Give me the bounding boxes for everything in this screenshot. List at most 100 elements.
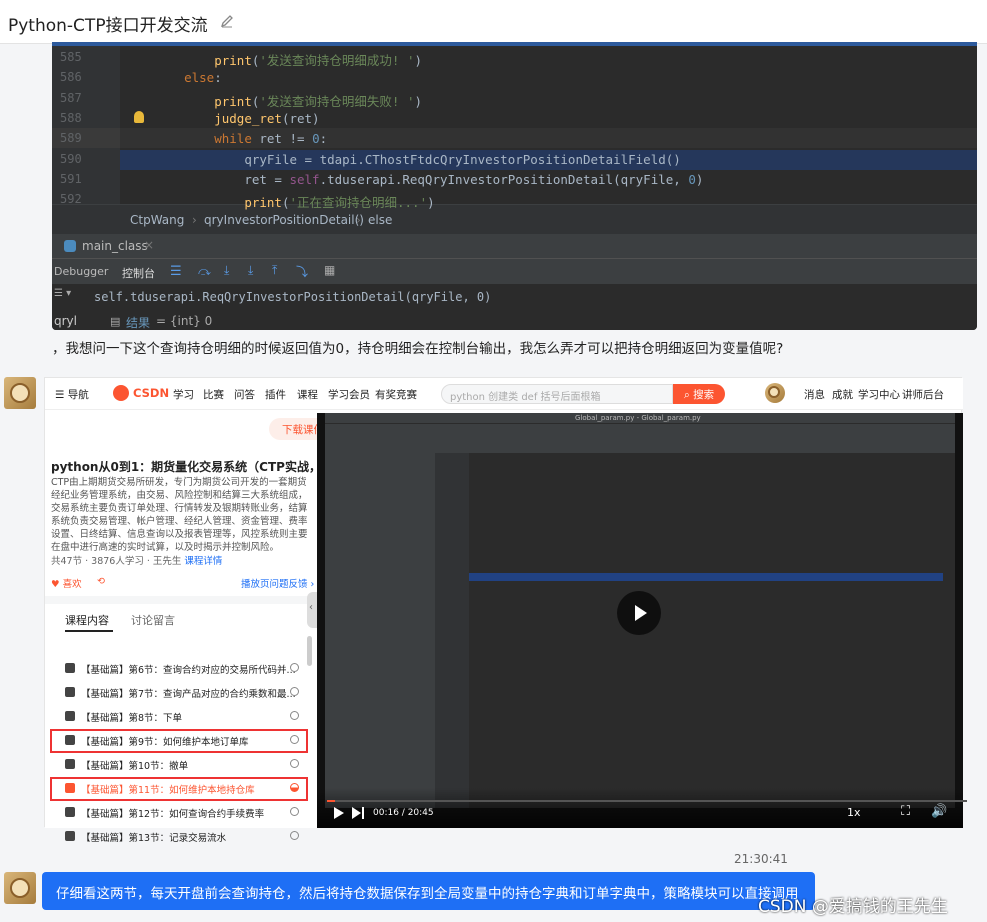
nav-learning-center[interactable]: 学习中心 — [858, 387, 900, 402]
code-line: judge_ret(ret) — [214, 110, 320, 126]
var-value: = {int} 0 — [156, 314, 213, 328]
line-number: 591 — [60, 171, 82, 186]
fullscreen-icon[interactable]: ⛶ — [901, 804, 910, 819]
video-player[interactable]: Global_param.py - Global_param.py 00:16 … — [317, 413, 967, 828]
nav-messages[interactable]: 消息 — [804, 387, 825, 402]
search-input[interactable]: python 创建类 def 括号后面根箱 — [441, 384, 673, 404]
nav-achievement[interactable]: 成就 — [832, 387, 853, 402]
tab-discussion[interactable]: 讨论留言 — [131, 612, 175, 628]
line-number: 590 — [60, 151, 82, 166]
video-time: 00:16 / 20:45 — [373, 808, 434, 818]
line-number: 589 — [60, 131, 82, 146]
pencil-icon[interactable] — [220, 14, 234, 28]
line-number: 592 — [60, 192, 82, 207]
python-icon — [64, 240, 76, 252]
tab-console[interactable]: 控制台 — [122, 265, 155, 281]
play-small-icon[interactable] — [333, 806, 345, 820]
close-icon[interactable]: × — [144, 238, 154, 252]
csdn-screenshot: ☰ 导航 CSDN 学习 比赛 问答 插件 课程 学习会员 有奖竞赛 pytho… — [44, 377, 967, 844]
status-icon — [290, 711, 299, 720]
line-number: 588 — [60, 110, 82, 125]
crumb-method[interactable]: qryInvestorPositionDetail() — [204, 213, 364, 227]
heart-icon: ♥ — [51, 579, 60, 590]
tab-debugger[interactable]: Debugger — [54, 265, 108, 278]
lesson-label: 【基础篇】第13节：记录交易流水 — [81, 833, 227, 844]
code-line: print('发送查询持仓明细失败! ') — [214, 93, 423, 109]
var-name[interactable]: 结果 — [126, 314, 150, 330]
video-icon — [65, 783, 75, 793]
chat-header: Python-CTP接口开发交流 — [0, 0, 987, 44]
nav-guide[interactable]: ☰ 导航 — [55, 387, 89, 402]
crumb-class[interactable]: CtpWang — [130, 213, 184, 227]
next-icon[interactable] — [351, 806, 365, 820]
tab-main-class[interactable]: main_class — [82, 239, 148, 253]
play-icon — [635, 605, 647, 621]
csdn-logo[interactable]: CSDN — [133, 386, 169, 400]
tab-course-content[interactable]: 课程内容 — [65, 612, 109, 628]
share-icon[interactable]: ⟲ — [97, 576, 105, 587]
code-screenshot: CtpWang › qryInvestorPositionDetail() › … — [52, 42, 977, 330]
course-detail-link[interactable]: 课程详情 — [184, 556, 222, 567]
user-avatar[interactable] — [765, 383, 785, 403]
nav-vip[interactable]: 学习会员 — [328, 387, 370, 402]
step-over-icon[interactable]: ⤼ — [198, 264, 211, 279]
nav-qa[interactable]: 问答 — [234, 387, 255, 402]
lesson-item[interactable]: 【基础篇】第11节：如何维护本地持仓库 — [50, 777, 308, 801]
play-button[interactable] — [617, 591, 661, 635]
nav-contest[interactable]: 比赛 — [203, 387, 224, 402]
status-icon — [290, 831, 299, 840]
lesson-item[interactable]: 【基础篇】第10节：撤单 — [51, 754, 307, 776]
run-tabbar: main_class × — [52, 234, 977, 258]
video-ide-title: Global_param.py - Global_param.py — [575, 414, 701, 422]
lesson-label: 【基础篇】第12节：如何查询合约手续费率 — [81, 809, 265, 820]
lesson-item[interactable]: 【基础篇】第7节：查询产品对应的合约乘数和最... — [51, 682, 307, 704]
scrollbar[interactable] — [307, 636, 312, 666]
code-line: while ret != 0: — [214, 131, 328, 147]
lesson-item[interactable]: 【基础篇】第12节：如何查询合约手续费率 — [51, 802, 307, 824]
status-icon — [290, 759, 299, 768]
csdn-navbar: ☰ 导航 CSDN 学习 比赛 问答 插件 课程 学习会员 有奖竞赛 pytho… — [45, 378, 963, 410]
evaluate-icon[interactable]: ▦ — [324, 263, 335, 277]
lesson-item[interactable]: 【基础篇】第8节：下单 — [51, 706, 307, 728]
step-into-icon[interactable]: ⤓ — [224, 263, 229, 278]
status-icon — [290, 663, 299, 672]
search-icon: ⌕ — [683, 389, 690, 401]
line-number: 585 — [60, 50, 82, 64]
crumb-else[interactable]: else — [368, 213, 392, 227]
volume-icon[interactable]: 🔊 — [931, 804, 947, 819]
lesson-item[interactable]: 【基础篇】第6节：查询合约对应的交易所代码并... — [51, 658, 307, 680]
nav-study[interactable]: 学习 — [173, 387, 194, 402]
var-label: qryl — [54, 314, 77, 328]
collapse-icon[interactable]: ☰ ▾ — [54, 288, 71, 299]
lesson-item[interactable]: 【基础篇】第9节：如何维护本地订单库 — [50, 729, 308, 753]
search-button[interactable]: ⌕ 搜索 — [673, 384, 725, 404]
line-number: 587 — [60, 90, 82, 105]
run-to-cursor-icon[interactable]: ⤵ — [296, 263, 308, 280]
message-time: 21:30:41 — [734, 852, 788, 866]
video-icon — [65, 711, 75, 721]
lesson-label: 【基础篇】第9节：如何维护本地订单库 — [81, 737, 249, 748]
avatar[interactable] — [4, 377, 36, 409]
like-button[interactable]: ♥ 喜欢 — [51, 576, 82, 590]
step-into-my-code-icon[interactable]: ⤓ — [248, 263, 253, 278]
code-line: qryFile = tdapi.CThostFtdcQryInvestorPos… — [244, 151, 681, 167]
lesson-item[interactable]: 【基础篇】第13节：记录交易流水 — [51, 826, 307, 848]
nav-lecturer[interactable]: 讲师后台 — [902, 387, 944, 402]
feedback-link[interactable]: 播放页问题反馈 › — [241, 576, 314, 590]
speed-button[interactable]: 1x — [847, 806, 861, 819]
video-icon — [65, 687, 75, 697]
avatar[interactable] — [4, 872, 36, 904]
nav-contest-prize[interactable]: 有奖竞赛 — [375, 387, 417, 402]
question-text: ，我想问一下这个查询持仓明细的时候返回值为0，持仓明细会在控制台输出，我怎么弄才… — [52, 341, 784, 357]
lesson-label: 【基础篇】第11节：如何维护本地持仓库 — [81, 785, 255, 796]
status-icon — [290, 687, 299, 696]
menu-icon[interactable]: ☰ — [170, 264, 182, 279]
step-out-icon[interactable]: ⤒ — [272, 263, 277, 278]
video-progress[interactable] — [327, 800, 335, 802]
nav-course[interactable]: 课程 — [297, 387, 318, 402]
lesson-label: 【基础篇】第7节：查询产品对应的合约乘数和最... — [81, 689, 296, 700]
var-icon: ▤ — [110, 315, 121, 328]
code-line: else: — [184, 70, 222, 86]
nav-plugin[interactable]: 插件 — [265, 387, 286, 402]
bulb-icon — [134, 111, 144, 123]
